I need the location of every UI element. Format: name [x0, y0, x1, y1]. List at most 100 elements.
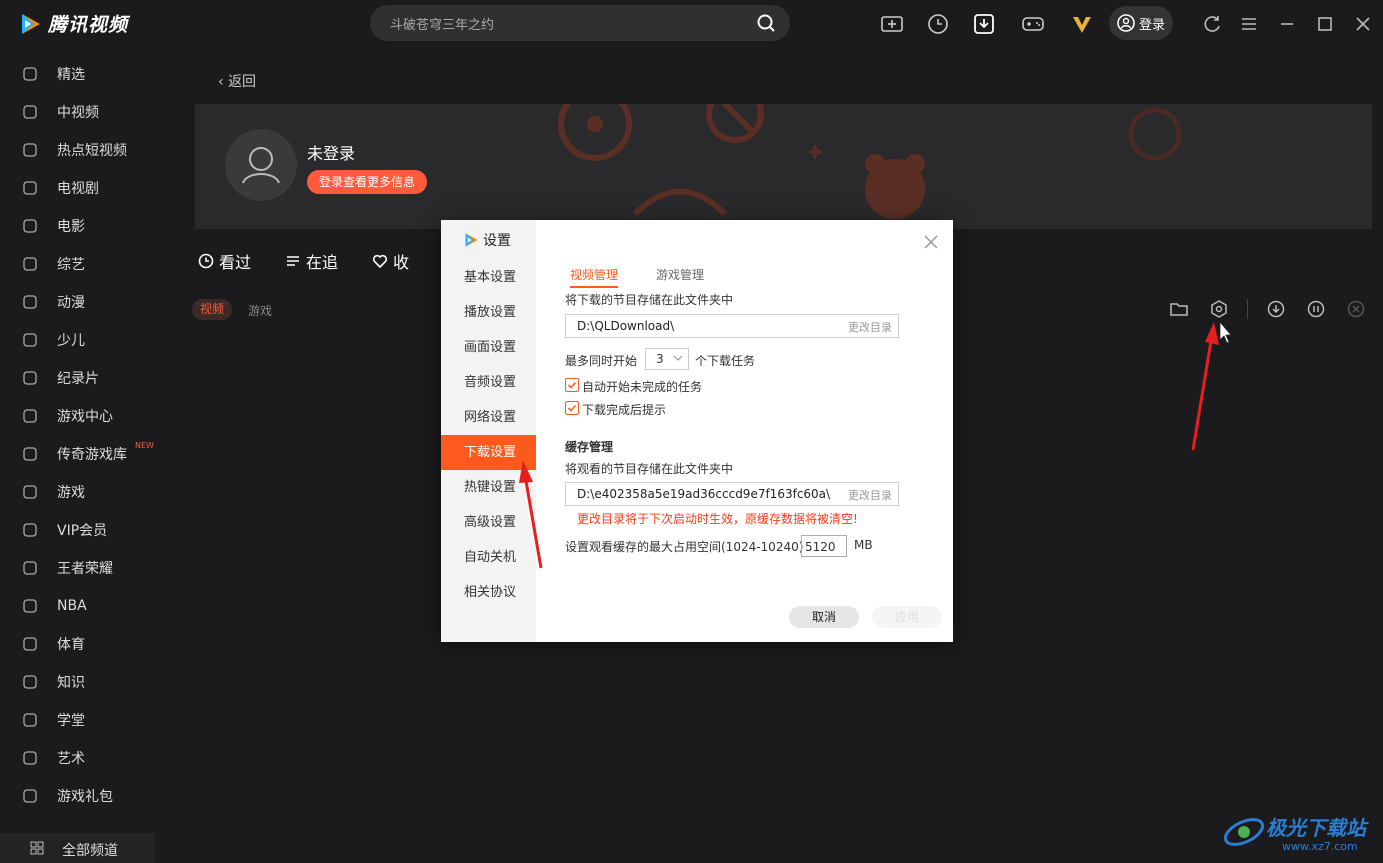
search-icon[interactable]: [756, 13, 776, 33]
settings-nav-item[interactable]: 热键设置: [441, 470, 536, 505]
settings-nav-item[interactable]: 网络设置: [441, 400, 536, 435]
sidebar-item[interactable]: 游戏: [0, 473, 155, 511]
game-controller-icon[interactable]: [1021, 12, 1045, 36]
sidebar-item[interactable]: 纪录片: [0, 359, 155, 397]
tab-favorites[interactable]: 收: [372, 249, 409, 273]
folder-icon[interactable]: [1169, 299, 1189, 319]
sidebar-item[interactable]: 知识: [0, 663, 155, 701]
all-channels-button[interactable]: 全部频道: [0, 833, 155, 863]
subtab-video[interactable]: 视频管理: [570, 266, 619, 288]
divider: [1247, 299, 1248, 319]
sidebar-item-label: NBA: [57, 598, 87, 614]
user-circle-icon: [1117, 14, 1135, 32]
grid-icon: [30, 841, 44, 855]
sidebar-item[interactable]: 传奇游戏库 NEW: [0, 435, 155, 473]
filter-game[interactable]: 游戏: [248, 302, 272, 319]
subtab-game[interactable]: 游戏管理: [656, 266, 704, 283]
sidebar-item[interactable]: 电视剧: [0, 169, 155, 207]
sidebar-item[interactable]: 热点短视频: [0, 131, 155, 169]
sidebar-item[interactable]: 中视频: [0, 93, 155, 131]
cancel-button[interactable]: 取消: [789, 606, 859, 628]
login-more-button[interactable]: 登录查看更多信息: [307, 170, 428, 194]
filter-video[interactable]: 视频: [192, 299, 232, 320]
maximize-icon[interactable]: [1313, 12, 1337, 36]
sidebar-item-label: 中视频: [57, 105, 99, 121]
change-download-dir-button[interactable]: 更改目录: [848, 319, 892, 335]
sidebar-item[interactable]: VIP会员: [0, 511, 155, 549]
download-path-field[interactable]: D:\QLDownload\ 更改目录: [565, 314, 899, 338]
upload-video-icon[interactable]: [880, 12, 904, 36]
sidebar-item[interactable]: 王者荣耀: [0, 549, 155, 587]
pause-all-icon[interactable]: [1306, 299, 1326, 319]
sidebar-item-label: 游戏: [57, 485, 85, 501]
history-icon[interactable]: [926, 12, 950, 36]
sidebar-item[interactable]: 艺术: [0, 739, 155, 777]
sidebar-item[interactable]: 精选: [0, 55, 155, 93]
settings-nav-item[interactable]: 高级设置: [441, 505, 536, 540]
tab-label: 看过: [219, 253, 252, 272]
sidebar-item[interactable]: 体育: [0, 625, 155, 663]
auto-start-checkbox[interactable]: [565, 378, 579, 392]
thumbs-up-icon: [23, 67, 37, 81]
tab-following[interactable]: 在追: [285, 249, 338, 273]
search-input[interactable]: 斗破苍穹三年之约: [390, 14, 494, 33]
settings-nav-item[interactable]: 画面设置: [441, 330, 536, 365]
change-cache-dir-button[interactable]: 更改目录: [848, 487, 892, 503]
palette-icon: [23, 751, 37, 765]
sidebar-item[interactable]: 学堂: [0, 701, 155, 739]
settings-nav-item[interactable]: 基本设置: [441, 260, 536, 295]
download-icon[interactable]: [972, 12, 996, 36]
download-settings-panel: 视频管理 游戏管理 将下载的节目存储在此文件夹中 D:\QLDownload\ …: [565, 220, 945, 642]
max-concurrent-prefix: 最多同时开始: [565, 354, 638, 368]
menu-icon[interactable]: [1237, 12, 1261, 36]
settings-hexagon-icon[interactable]: [1209, 299, 1229, 319]
max-concurrent-suffix: 个下载任务: [695, 354, 756, 368]
sidebar-item-label: 传奇游戏库: [57, 447, 127, 463]
sidebar-item[interactable]: 综艺: [0, 245, 155, 283]
sidebar-item[interactable]: 电影: [0, 207, 155, 245]
sidebar-item-label: 电影: [57, 219, 85, 235]
sidebar-item[interactable]: 动漫: [0, 283, 155, 321]
sidebar-item-label: 学堂: [57, 713, 85, 729]
chevron-down-icon: [673, 355, 683, 361]
refresh-icon[interactable]: [1200, 12, 1224, 36]
sidebar-item[interactable]: 游戏礼包: [0, 777, 155, 815]
book-icon: [23, 675, 37, 689]
login-button[interactable]: 登录: [1109, 6, 1173, 40]
back-link[interactable]: ‹ 返回: [218, 71, 256, 91]
login-label: 登录: [1138, 17, 1165, 33]
sidebar-item[interactable]: 游戏中心: [0, 397, 155, 435]
settings-nav-item[interactable]: 播放设置: [441, 295, 536, 330]
title-bar: 腾讯视频 斗破苍穹三年之约 登录: [0, 0, 1383, 48]
app-logo[interactable]: 腾讯视频: [18, 10, 128, 37]
sidebar-item-label: 热点短视频: [57, 143, 127, 159]
sidebar-item-label: 王者荣耀: [57, 561, 113, 577]
vip-icon[interactable]: [1070, 12, 1094, 36]
cache-max-input[interactable]: 5120: [801, 535, 847, 557]
close-icon[interactable]: [1351, 12, 1375, 36]
gamepad-icon: [23, 409, 37, 423]
settings-nav-item[interactable]: 自动关机: [441, 540, 536, 575]
apply-button[interactable]: 应用: [872, 606, 942, 628]
notify-done-checkbox[interactable]: [565, 401, 579, 415]
legend-icon: [23, 447, 37, 461]
avatar[interactable]: [225, 129, 297, 201]
settings-nav-item[interactable]: 音频设置: [441, 365, 536, 400]
auto-start-label: 自动开始未完成的任务: [582, 380, 703, 394]
tencent-video-logo-icon: [22, 13, 40, 34]
sidebar-item[interactable]: 少儿: [0, 321, 155, 359]
download-all-icon[interactable]: [1266, 299, 1286, 319]
bear-face-icon: [23, 295, 37, 309]
minimize-icon[interactable]: [1275, 12, 1299, 36]
max-concurrent-select[interactable]: 3: [645, 348, 689, 370]
record-tabs: 看过 在追 收: [198, 249, 409, 273]
mouse-cursor-icon: [1219, 320, 1232, 344]
sidebar-item-label: 艺术: [57, 751, 85, 767]
cache-path-field[interactable]: D:\e402358a5e19ad36cccd9e7f163fc60a\ 更改目…: [565, 482, 899, 506]
settings-nav-item[interactable]: 下载设置: [441, 435, 536, 470]
sidebar-item[interactable]: NBA: [0, 587, 155, 625]
delete-all-icon[interactable]: [1346, 299, 1366, 319]
search-box[interactable]: 斗破苍穹三年之约: [370, 5, 790, 41]
settings-nav-item[interactable]: 相关协议: [441, 575, 536, 610]
tab-watched[interactable]: 看过: [198, 249, 251, 273]
